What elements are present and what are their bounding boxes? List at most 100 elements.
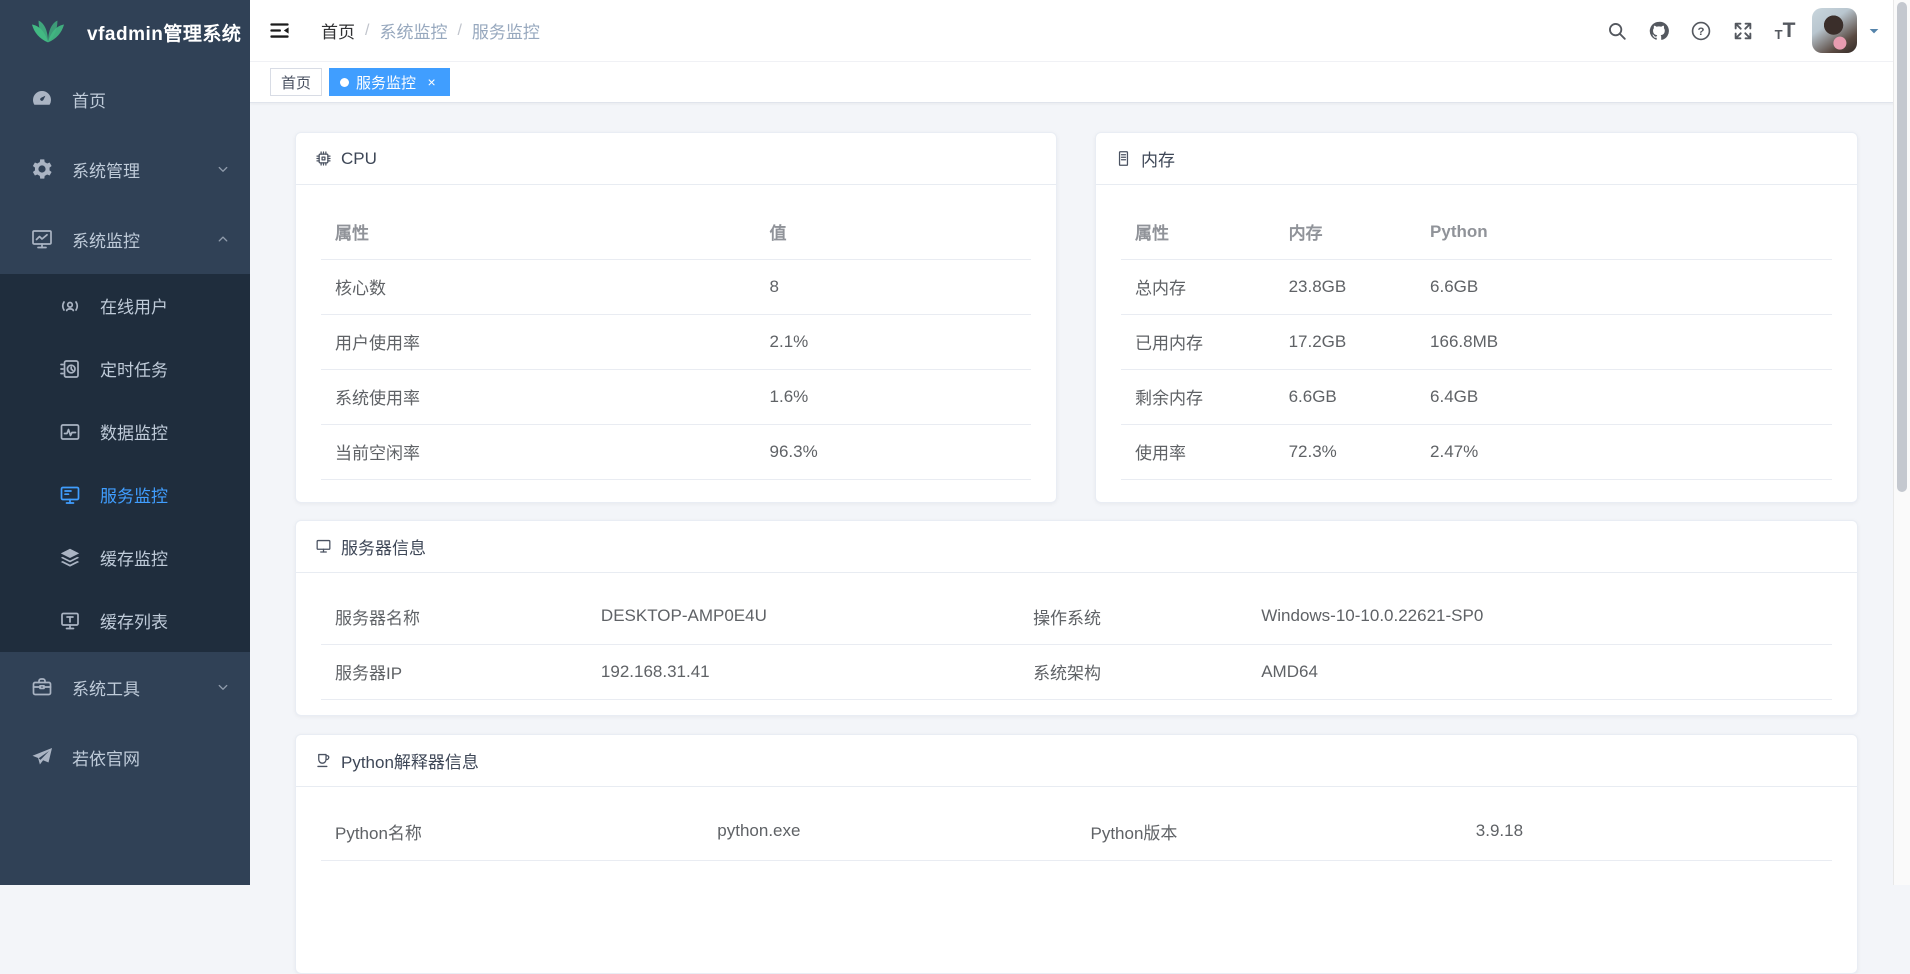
breadcrumb-separator: / xyxy=(365,22,369,40)
table-cell: 服务器名称 xyxy=(321,589,587,644)
user-menu[interactable] xyxy=(1812,8,1882,53)
sidebar-item-home[interactable]: 首页 xyxy=(0,64,250,134)
sidebar-item-system-monitor[interactable]: 系统监控 xyxy=(0,204,250,274)
github-icon[interactable] xyxy=(1648,20,1670,42)
table-row: 系统使用率1.6% xyxy=(321,369,1031,424)
memory-card: 内存 属性内存Python总内存23.8GB6.6GB已用内存17.2GB166… xyxy=(1095,132,1858,503)
server-monitor-screen-icon xyxy=(314,537,333,556)
table-cell: 192.168.31.41 xyxy=(587,644,1019,699)
table-row: 使用率72.3%2.47% xyxy=(1121,424,1832,479)
tags-view: 首页服务监控× xyxy=(250,62,1910,103)
memory-table: 属性内存Python总内存23.8GB6.6GB已用内存17.2GB166.8M… xyxy=(1121,205,1832,480)
cache-monitor-icon xyxy=(58,546,82,570)
table-cell: 6.6GB xyxy=(1416,259,1832,314)
sidebar-item-label: 缓存列表 xyxy=(100,608,168,633)
app-logo[interactable]: vfadmin管理系统 xyxy=(0,0,250,64)
table-row: 服务器IP192.168.31.41系统架构AMD64 xyxy=(321,644,1832,699)
table-cell: 服务器IP xyxy=(321,644,587,699)
scrollbar-thumb[interactable] xyxy=(1897,2,1907,492)
app-title: vfadmin管理系统 xyxy=(87,19,241,46)
page-scrollbar[interactable] xyxy=(1893,0,1910,885)
table-row: Python名称python.exePython版本3.9.18 xyxy=(321,803,1832,860)
python-info-card-header: Python解释器信息 xyxy=(296,735,1857,787)
data-monitor-icon xyxy=(58,420,82,444)
table-cell: 17.2GB xyxy=(1275,314,1416,369)
cpu-card-header: CPU xyxy=(296,133,1056,185)
table-row: 已用内存17.2GB166.8MB xyxy=(1121,314,1832,369)
table-cell: 2.1% xyxy=(756,314,1031,369)
python-info-table: Python名称python.exePython版本3.9.18 xyxy=(321,803,1832,861)
sidebar-item-label: 若依官网 xyxy=(72,745,140,770)
sidebar-item-system-tools[interactable]: 系统工具 xyxy=(0,652,250,722)
sidebar-item-label: 系统工具 xyxy=(72,675,140,700)
table-header-row: 属性值 xyxy=(321,205,1031,259)
table-cell: 系统使用率 xyxy=(321,369,756,424)
user-avatar[interactable] xyxy=(1812,8,1857,53)
sidebar-item-label: 定时任务 xyxy=(100,356,168,381)
breadcrumb-item[interactable]: 首页 xyxy=(321,18,355,43)
table-cell: 3.9.18 xyxy=(1462,803,1832,860)
table-cell: 操作系统 xyxy=(1019,589,1247,644)
sidebar-item-ruoyi-site[interactable]: 若依官网 xyxy=(0,722,250,792)
python-info-card: Python解释器信息 Python名称python.exePython版本3.… xyxy=(295,734,1858,974)
table-cell: Python名称 xyxy=(321,803,703,860)
sidebar-item-label: 服务监控 xyxy=(100,482,168,507)
memory-card-header: 内存 xyxy=(1096,133,1857,185)
table-row: 当前空闲率96.3% xyxy=(321,424,1031,479)
table-cell: Windows-10-10.0.22621-SP0 xyxy=(1247,589,1832,644)
table-cell: 核心数 xyxy=(321,259,756,314)
python-cup-icon xyxy=(314,751,333,770)
table-cell: 已用内存 xyxy=(1121,314,1275,369)
sidebar-item-cache-list[interactable]: 缓存列表 xyxy=(0,589,250,652)
sidebar-item-label: 首页 xyxy=(72,87,106,112)
sidebar-fold-icon[interactable] xyxy=(268,19,291,42)
sidebar-item-label: 在线用户 xyxy=(100,293,168,318)
table-cell: python.exe xyxy=(703,803,1076,860)
server-info-card: 服务器信息 服务器名称DESKTOP-AMP0E4U操作系统Windows-10… xyxy=(295,520,1858,716)
sidebar-item-data-monitor[interactable]: 数据监控 xyxy=(0,400,250,463)
table-header-row: 属性内存Python xyxy=(1121,205,1832,259)
cpu-chip-icon xyxy=(314,149,333,168)
table-cell: 使用率 xyxy=(1121,424,1275,479)
sidebar-item-system-admin[interactable]: 系统管理 xyxy=(0,134,250,204)
tag-service-monitor[interactable]: 服务监控× xyxy=(329,68,450,96)
table-row: 服务器名称DESKTOP-AMP0E4U操作系统Windows-10-10.0.… xyxy=(321,589,1832,644)
tag-close-icon[interactable]: × xyxy=(424,75,439,90)
table-row: 剩余内存6.6GB6.4GB xyxy=(1121,369,1832,424)
fullscreen-icon[interactable] xyxy=(1732,20,1754,42)
table-cell: AMD64 xyxy=(1247,644,1832,699)
table-cell: Python版本 xyxy=(1076,803,1461,860)
top-navbar: 首页/系统监控/服务监控 ?TT xyxy=(250,0,1910,62)
search-icon[interactable] xyxy=(1606,20,1628,42)
sidebar-item-cache-monitor[interactable]: 缓存监控 xyxy=(0,526,250,589)
cpu-table: 属性值核心数8用户使用率2.1%系统使用率1.6%当前空闲率96.3% xyxy=(321,205,1031,480)
cpu-card-title: CPU xyxy=(341,149,377,169)
svg-text:?: ? xyxy=(1698,25,1705,37)
server-info-card-title: 服务器信息 xyxy=(341,534,426,559)
sidebar-item-scheduled-tasks[interactable]: 定时任务 xyxy=(0,337,250,400)
gear-icon xyxy=(30,157,54,181)
font-size-icon[interactable]: TT xyxy=(1774,20,1796,42)
main-area: 首页/系统监控/服务监控 ?TT 首页服务监控× CPU 属性值核心数8用户使用… xyxy=(250,0,1910,885)
tag-home[interactable]: 首页 xyxy=(270,68,322,96)
sidebar-item-online-users[interactable]: 在线用户 xyxy=(0,274,250,337)
cache-list-icon xyxy=(58,609,82,633)
active-tag-dot xyxy=(340,78,349,87)
column-header: 内存 xyxy=(1275,205,1416,259)
sidebar-item-service-monitor[interactable]: 服务监控 xyxy=(0,463,250,526)
caret-down-icon[interactable] xyxy=(1866,23,1882,39)
table-cell: 6.6GB xyxy=(1275,369,1416,424)
help-icon[interactable]: ? xyxy=(1690,20,1712,42)
leaf-logo-icon xyxy=(31,19,65,45)
table-cell: DESKTOP-AMP0E4U xyxy=(587,589,1019,644)
chevron-down-icon xyxy=(214,678,232,696)
table-cell: 用户使用率 xyxy=(321,314,756,369)
memory-icon xyxy=(1114,149,1133,168)
page-content: CPU 属性值核心数8用户使用率2.1%系统使用率1.6%当前空闲率96.3% … xyxy=(250,103,1910,974)
table-cell: 166.8MB xyxy=(1416,314,1832,369)
sidebar-item-label: 系统监控 xyxy=(72,227,140,252)
table-cell: 剩余内存 xyxy=(1121,369,1275,424)
online-user-icon xyxy=(58,294,82,318)
scheduled-task-icon xyxy=(58,357,82,381)
table-row: 核心数8 xyxy=(321,259,1031,314)
